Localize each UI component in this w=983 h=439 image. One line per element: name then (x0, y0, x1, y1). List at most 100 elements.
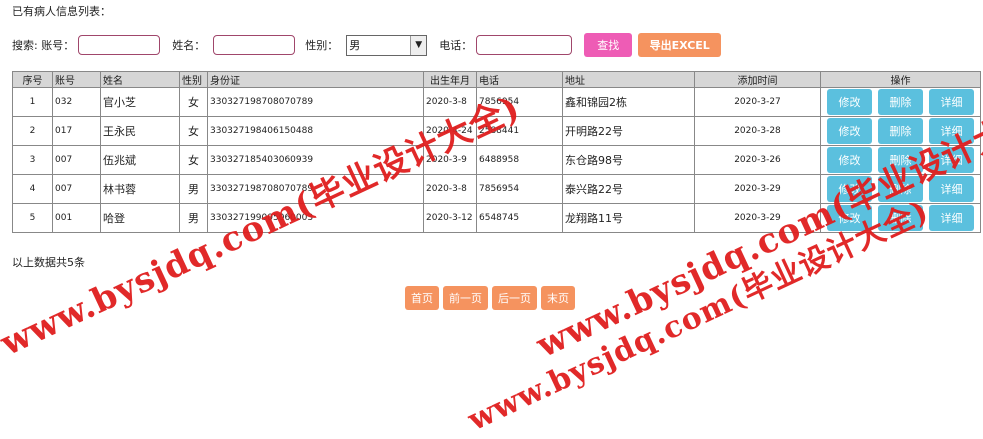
detail-button[interactable]: 详细 (929, 176, 974, 202)
cell-address: 东仓路98号 (562, 145, 695, 175)
detail-button[interactable]: 详细 (929, 147, 974, 173)
chevron-down-icon: ▼ (410, 35, 427, 55)
cell-gender: 女 (179, 116, 208, 146)
table-row: 5 001 哈登男 330327199005060003 2020-3-12 654874… (12, 203, 981, 233)
export-excel-button[interactable]: 导出EXCEL (638, 33, 722, 57)
cell-no: 1 (12, 87, 53, 117)
cell-birth: 2020-3-9 (423, 145, 477, 175)
cell-account: 007 (52, 174, 101, 204)
cell-gender: 男 (179, 203, 208, 233)
search-button[interactable]: 查找 (584, 33, 633, 57)
phone-label: 电话： (439, 39, 473, 52)
gender-select[interactable]: 男 ▼ (346, 34, 428, 56)
cell-address: 开明路22号 (562, 116, 695, 146)
account-input[interactable] (78, 35, 161, 55)
cell-phone: 6488958 (476, 145, 563, 175)
edit-button[interactable]: 修改 (827, 118, 872, 144)
cell-actions: 修改 删除 详细 (820, 203, 981, 233)
col-header-gender: 性别 (179, 71, 208, 88)
row-actions: 修改 删除 详细 (822, 118, 980, 144)
last-page-button[interactable]: 末页 (541, 286, 575, 310)
col-header-phone: 电话 (476, 71, 563, 88)
name-input[interactable] (213, 35, 296, 55)
first-page-button[interactable]: 首页 (405, 286, 439, 310)
next-page-button[interactable]: 后一页 (492, 286, 537, 310)
cell-birth: 2020-3-8 (423, 174, 477, 204)
cell-name: 王永民 (100, 116, 180, 146)
detail-button[interactable]: 详细 (929, 118, 974, 144)
pagination: 首页 前一页 后一页 末页 (405, 286, 575, 310)
cell-name: 哈登 (100, 203, 180, 233)
cell-account: 001 (52, 203, 101, 233)
col-header-birth: 出生年月 (423, 71, 477, 88)
table-row: 1 032 官小芝女 330327198708070789 2020-3-8 785695… (12, 87, 981, 117)
search-account-label: 搜索: 账号： (12, 39, 75, 52)
cell-gender: 男 (179, 174, 208, 204)
edit-button[interactable]: 修改 (827, 176, 872, 202)
cell-id-number: 330327185403060939 (207, 145, 424, 175)
delete-button[interactable]: 删除 (878, 89, 923, 115)
cell-phone: 2588441 (476, 116, 563, 146)
col-header-account: 账号 (52, 71, 101, 88)
row-actions: 修改 删除 详细 (822, 205, 980, 231)
cell-added-time: 2020-3-29 (694, 174, 821, 204)
delete-button[interactable]: 删除 (878, 118, 923, 144)
patient-table: 序号 账号 姓名 性别 身份证 出生年月 电话 地址 添加时间 操作 1 032 官… (12, 71, 981, 233)
cell-no: 2 (12, 116, 53, 146)
cell-no: 5 (12, 203, 53, 233)
gender-label: 性别： (305, 39, 339, 52)
search-bar: 搜索: 账号： 姓名： 性别： 男 ▼ 电话： 查找 导出EXCEL (12, 32, 722, 58)
record-count: 以上数据共5条 (12, 256, 85, 269)
cell-id-number: 330327198708070789 (207, 87, 424, 117)
cell-phone: 6548745 (476, 203, 563, 233)
cell-birth: 2020-4-24 (423, 116, 477, 146)
cell-name: 伍兆斌 (100, 145, 180, 175)
cell-birth: 2020-3-12 (423, 203, 477, 233)
detail-button[interactable]: 详细 (929, 205, 974, 231)
cell-gender: 女 (179, 87, 208, 117)
table-header-row: 序号 账号 姓名 性别 身份证 出生年月 电话 地址 添加时间 操作 (12, 71, 981, 88)
col-header-added: 添加时间 (694, 71, 821, 88)
cell-name: 官小芝 (100, 87, 180, 117)
cell-added-time: 2020-3-26 (694, 145, 821, 175)
col-header-name: 姓名 (100, 71, 180, 88)
cell-id-number: 330327199005060003 (207, 203, 424, 233)
col-header-no: 序号 (12, 71, 53, 88)
gender-select-value: 男 (349, 39, 361, 52)
edit-button[interactable]: 修改 (827, 147, 872, 173)
edit-button[interactable]: 修改 (827, 89, 872, 115)
cell-no: 3 (12, 145, 53, 175)
cell-account: 017 (52, 116, 101, 146)
cell-address: 龙翔路11号 (562, 203, 695, 233)
row-actions: 修改 删除 详细 (822, 89, 980, 115)
delete-button[interactable]: 删除 (878, 205, 923, 231)
prev-page-button[interactable]: 前一页 (443, 286, 488, 310)
col-header-id: 身份证 (207, 71, 424, 88)
cell-id-number: 330327198406150488 (207, 116, 424, 146)
page-heading: 已有病人信息列表： (12, 5, 111, 18)
cell-actions: 修改 删除 详细 (820, 87, 981, 117)
cell-id-number: 330327198708070789 (207, 174, 424, 204)
table-row: 2 017 王永民女 330327198406150488 2020-4-24 25884… (12, 116, 981, 146)
cell-address: 泰兴路22号 (562, 174, 695, 204)
phone-input[interactable] (476, 35, 573, 55)
cell-actions: 修改 删除 详细 (820, 116, 981, 146)
cell-name: 林书蓉 (100, 174, 180, 204)
cell-phone: 7856954 (476, 87, 563, 117)
row-actions: 修改 删除 详细 (822, 176, 980, 202)
cell-account: 007 (52, 145, 101, 175)
cell-phone: 7856954 (476, 174, 563, 204)
name-label: 姓名： (172, 39, 206, 52)
edit-button[interactable]: 修改 (827, 205, 872, 231)
cell-no: 4 (12, 174, 53, 204)
cell-actions: 修改 删除 详细 (820, 145, 981, 175)
cell-account: 032 (52, 87, 101, 117)
col-header-actions: 操作 (820, 71, 981, 88)
delete-button[interactable]: 删除 (878, 147, 923, 173)
cell-actions: 修改 删除 详细 (820, 174, 981, 204)
col-header-address: 地址 (562, 71, 695, 88)
cell-added-time: 2020-3-27 (694, 87, 821, 117)
delete-button[interactable]: 删除 (878, 176, 923, 202)
cell-address: 鑫和锦园2栋 (562, 87, 695, 117)
detail-button[interactable]: 详细 (929, 89, 974, 115)
